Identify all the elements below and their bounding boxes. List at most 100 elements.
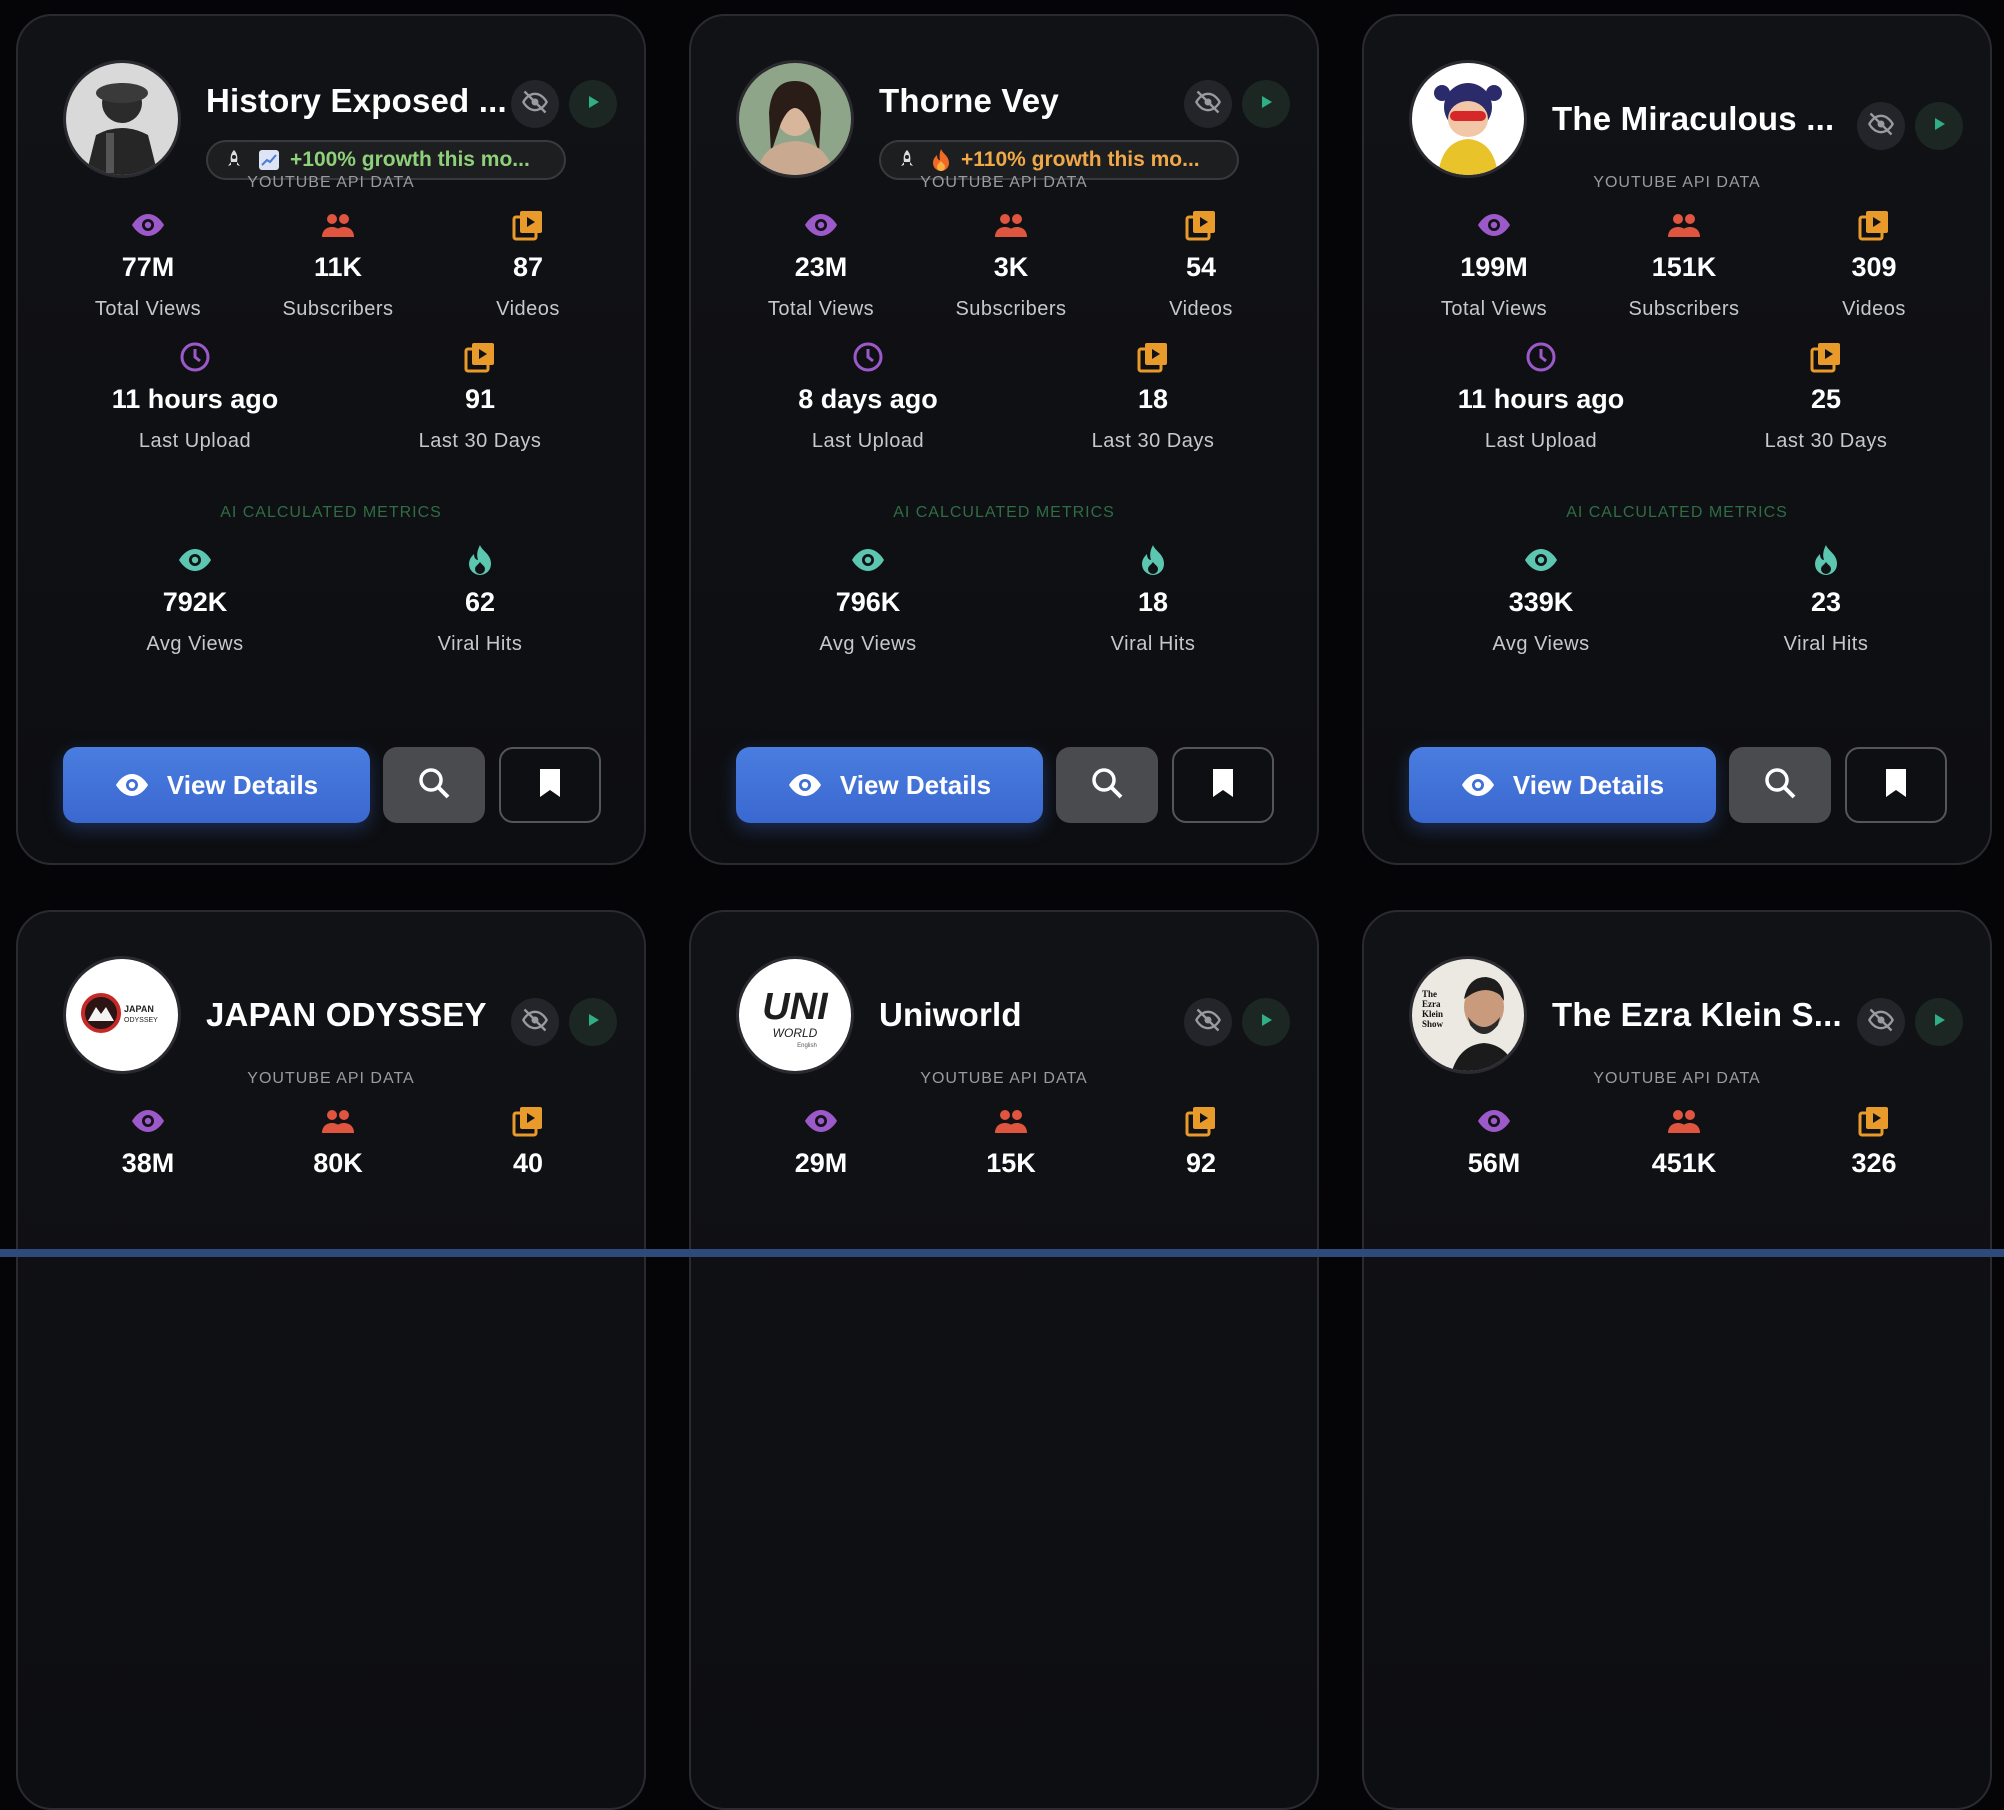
viral-hits-stat: 23 Viral Hits — [1731, 543, 1921, 656]
total-views-label: Total Views — [94, 298, 202, 320]
hide-channel-button[interactable] — [1857, 102, 1905, 150]
channel-name[interactable]: JAPAN ODYSSEY — [206, 996, 487, 1034]
people-icon — [243, 1104, 433, 1138]
channel-name[interactable]: History Exposed ... — [206, 82, 507, 120]
videos-stat: 40 — [433, 1104, 623, 1180]
channel-name[interactable]: Uniworld — [879, 996, 1022, 1034]
bookmark-button[interactable] — [1172, 747, 1274, 823]
play-channel-button[interactable] — [1242, 998, 1290, 1046]
last-upload-label: Last Upload — [811, 430, 925, 452]
card-header: JAPAN ODYSSEY JAPAN ODYSSEY — [63, 956, 617, 1076]
play-channel-button[interactable] — [569, 998, 617, 1046]
channel-avatar[interactable]: The Ezra Klein Show — [1409, 956, 1527, 1074]
play-channel-button[interactable] — [1915, 102, 1963, 150]
fire-icon — [385, 543, 575, 577]
card-header: UNI WORLD English Uniworld — [736, 956, 1290, 1076]
eye-slash-icon — [521, 88, 549, 121]
bookmark-icon — [1210, 767, 1236, 804]
view-details-label: View Details — [1512, 769, 1665, 800]
last-30-days-stat: 91 Last 30 Days — [385, 340, 575, 453]
search-button[interactable] — [1729, 747, 1831, 823]
channel-avatar[interactable] — [736, 60, 854, 178]
subscribers-value: 15K — [986, 1148, 1036, 1178]
bookmark-button[interactable] — [1845, 747, 1947, 823]
hide-channel-button[interactable] — [511, 80, 559, 128]
last-30-days-label: Last 30 Days — [418, 430, 542, 452]
channel-name[interactable]: The Miraculous ... — [1552, 100, 1834, 138]
video-library-icon — [1779, 208, 1969, 242]
avatar-text: Show — [1422, 1019, 1444, 1029]
channel-avatar[interactable] — [1409, 60, 1527, 178]
play-channel-button[interactable] — [1242, 80, 1290, 128]
viral-hits-stat: 62 Viral Hits — [385, 543, 575, 656]
eye-slash-icon — [1194, 1006, 1222, 1039]
eye-icon — [726, 208, 916, 242]
play-channel-button[interactable] — [569, 80, 617, 128]
api-section-label: YOUTUBE API DATA — [920, 1070, 1088, 1087]
channel-card: The Ezra Klein Show The Ezra Klein S... YOU… — [1362, 910, 1992, 1810]
video-library-icon — [433, 1104, 623, 1138]
play-icon — [1929, 114, 1949, 139]
people-icon — [1589, 208, 1779, 242]
last-upload-label: Last Upload — [138, 430, 252, 452]
view-details-button[interactable]: View Details — [736, 747, 1043, 823]
avatar-text: ODYSSEY — [124, 1017, 158, 1024]
avatar-text: UNI — [762, 986, 829, 1028]
channel-avatar[interactable] — [63, 60, 181, 178]
videos-stat: 326 — [1779, 1104, 1969, 1180]
channel-name[interactable]: Thorne Vey — [879, 82, 1059, 120]
video-library-icon — [433, 208, 623, 242]
ai-section-label: AI CALCULATED METRICS — [893, 504, 1115, 521]
channel-name[interactable]: The Ezra Klein S... — [1552, 996, 1842, 1034]
eye-slash-icon — [1867, 1006, 1895, 1039]
play-icon — [583, 92, 603, 117]
clock-icon — [1446, 340, 1636, 374]
subscribers-stat: 15K — [916, 1104, 1106, 1180]
channel-card: UNI WORLD English Uniworld YOUTUBE API DAT… — [689, 910, 1319, 1810]
subscribers-stat: 451K — [1589, 1104, 1779, 1180]
hide-channel-button[interactable] — [1184, 998, 1232, 1046]
videos-stat: 309 Videos — [1779, 208, 1969, 321]
subscribers-value: 80K — [313, 1148, 363, 1178]
play-icon — [1929, 1010, 1949, 1035]
view-details-button[interactable]: View Details — [63, 747, 370, 823]
hide-channel-button[interactable] — [1857, 998, 1905, 1046]
channel-grid: History Exposed ... +100% growth this mo… — [16, 14, 1992, 1810]
videos-stat: 92 — [1106, 1104, 1296, 1180]
play-channel-button[interactable] — [1915, 998, 1963, 1046]
video-library-icon — [1731, 340, 1921, 374]
videos-label: Videos — [1842, 298, 1906, 320]
viral-hits-label: Viral Hits — [1783, 633, 1869, 655]
channel-avatar[interactable]: JAPAN ODYSSEY — [63, 956, 181, 1074]
api-section-label: YOUTUBE API DATA — [247, 1070, 415, 1087]
total-views-stat: 38M — [53, 1104, 243, 1180]
eye-icon — [53, 1104, 243, 1138]
search-button[interactable] — [1056, 747, 1158, 823]
play-icon — [1256, 1010, 1276, 1035]
api-section-label: YOUTUBE API DATA — [1593, 174, 1761, 191]
viral-hits-label: Viral Hits — [437, 633, 523, 655]
subscribers-value: 451K — [1651, 1148, 1717, 1178]
search-button[interactable] — [383, 747, 485, 823]
last-upload-value: 11 hours ago — [1457, 384, 1625, 414]
hide-channel-button[interactable] — [1184, 80, 1232, 128]
view-details-button[interactable]: View Details — [1409, 747, 1716, 823]
eye-icon — [1399, 208, 1589, 242]
bookmark-button[interactable] — [499, 747, 601, 823]
hide-channel-button[interactable] — [511, 998, 559, 1046]
subscribers-label: Subscribers — [955, 298, 1067, 320]
videos-stat: 87 Videos — [433, 208, 623, 321]
viral-hits-value: 23 — [1810, 587, 1842, 617]
channel-avatar[interactable]: UNI WORLD English — [736, 956, 854, 1074]
avg-views-label: Avg Views — [146, 633, 244, 655]
total-views-stat: 23M Total Views — [726, 208, 916, 321]
avg-views-value: 792K — [162, 587, 228, 617]
people-icon — [916, 1104, 1106, 1138]
videos-label: Videos — [496, 298, 560, 320]
videos-value: 54 — [1185, 252, 1217, 282]
avg-views-stat: 792K Avg Views — [100, 543, 290, 656]
avg-views-value: 796K — [835, 587, 901, 617]
last-upload-stat: 8 days ago Last Upload — [773, 340, 963, 453]
ai-section-label: AI CALCULATED METRICS — [220, 504, 442, 521]
last-upload-stat: 11 hours ago Last Upload — [1446, 340, 1636, 453]
